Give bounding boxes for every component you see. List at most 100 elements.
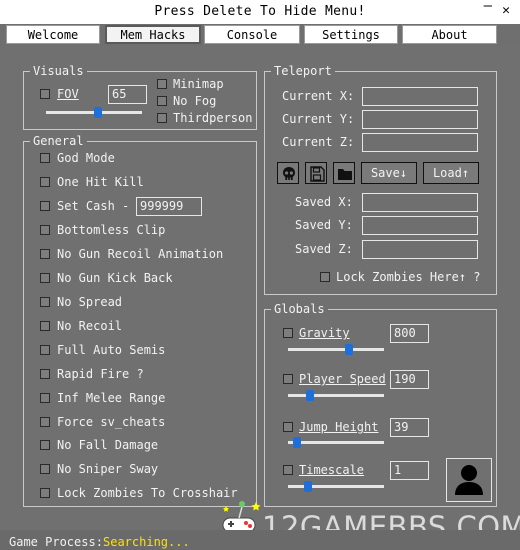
window-title: Press Delete To Hide Menu! — [154, 4, 366, 19]
profile-button[interactable] — [446, 458, 492, 502]
lock-zombies-here-checkbox[interactable] — [320, 272, 330, 282]
timescale-label: Timescale — [299, 463, 365, 477]
gravity-checkbox[interactable] — [283, 328, 293, 338]
thirdperson-label: Thirdperson — [173, 111, 253, 125]
timescale-slider-track[interactable] — [288, 485, 384, 488]
set-cash-checkbox[interactable] — [40, 201, 50, 211]
no-sniper-sway-checkbox[interactable] — [40, 464, 50, 474]
current-z-label: Current Z: — [282, 135, 355, 149]
fov-checkbox[interactable] — [40, 89, 50, 99]
gravity-slider-track[interactable] — [288, 348, 384, 351]
player-speed-slider-thumb[interactable] — [305, 390, 314, 401]
close-button[interactable]: ✕ — [502, 3, 510, 18]
no-gun-recoil-animation-checkbox[interactable] — [40, 249, 50, 259]
rapid-fire-checkbox[interactable] — [40, 369, 50, 379]
inf-melee-range-label: Inf Melee Range — [57, 391, 166, 405]
jump-height-checkbox[interactable] — [283, 422, 293, 432]
general-legend: General — [33, 134, 84, 148]
saved-y-field[interactable] — [362, 216, 478, 235]
god-mode-label: God Mode — [57, 151, 115, 165]
game-process-status: Searching... — [103, 535, 190, 549]
saved-z-label: Saved Z: — [295, 242, 353, 256]
bottomless-clip-label: Bottomless Clip — [57, 223, 166, 237]
fov-value-field[interactable]: 65 — [108, 85, 147, 104]
lock-zombies-to-crosshair-checkbox[interactable] — [40, 488, 50, 498]
minimap-label: Minimap — [173, 77, 224, 91]
gravity-slider-thumb[interactable] — [345, 344, 354, 355]
full-auto-semis-label: Full Auto Semis — [57, 343, 166, 357]
minimize-button[interactable]: — — [484, 0, 492, 14]
tab-bar: Welcome Mem Hacks Console Settings About — [0, 24, 520, 46]
player-speed-label: Player Speed — [299, 372, 386, 386]
no-fog-label: No Fog — [173, 94, 217, 108]
no-spread-label: No Spread — [57, 295, 123, 309]
folder-icon — [338, 169, 352, 180]
save-position-button[interactable]: Save↓ — [361, 162, 417, 184]
saved-z-field[interactable] — [362, 240, 478, 259]
current-y-label: Current Y: — [282, 112, 355, 126]
jump-height-slider-thumb[interactable] — [293, 437, 302, 448]
god-mode-checkbox[interactable] — [40, 153, 50, 163]
no-gun-kick-back-checkbox[interactable] — [40, 273, 50, 283]
current-y-field[interactable] — [362, 110, 478, 129]
timescale-value-field[interactable]: 1 — [390, 461, 429, 480]
no-spread-checkbox[interactable] — [40, 297, 50, 307]
status-bar: Game Process: Searching... — [0, 530, 520, 550]
load-position-button[interactable]: Load↑ — [423, 162, 479, 184]
teleport-legend: Teleport — [274, 64, 332, 78]
fov-label: FOV — [57, 87, 79, 101]
thirdperson-checkbox[interactable] — [157, 113, 167, 123]
globals-legend: Globals — [274, 302, 325, 316]
save-disk-button[interactable] — [305, 162, 327, 184]
user-profile-icon — [455, 465, 483, 495]
no-gun-kick-back-label: No Gun Kick Back — [57, 271, 173, 285]
player-speed-checkbox[interactable] — [283, 374, 293, 384]
lock-zombies-to-crosshair-label: Lock Zombies To Crosshair — [57, 486, 238, 500]
one-hit-kill-checkbox[interactable] — [40, 177, 50, 187]
no-fog-checkbox[interactable] — [157, 96, 167, 106]
tab-mem-hacks[interactable]: Mem Hacks — [105, 25, 201, 44]
minimap-checkbox[interactable] — [157, 79, 167, 89]
saved-y-label: Saved Y: — [295, 218, 353, 232]
saved-x-field[interactable] — [362, 193, 478, 212]
force-sv-cheats-checkbox[interactable] — [40, 417, 50, 427]
jump-height-value-field[interactable]: 39 — [390, 418, 429, 437]
tab-welcome[interactable]: Welcome — [6, 25, 100, 44]
inf-melee-range-checkbox[interactable] — [40, 393, 50, 403]
no-gun-recoil-animation-label: No Gun Recoil Animation — [57, 247, 224, 261]
gravity-label: Gravity — [299, 326, 350, 340]
player-speed-slider-track[interactable] — [288, 394, 384, 397]
visuals-legend: Visuals — [33, 64, 84, 78]
tab-about[interactable]: About — [402, 25, 497, 44]
set-cash-field[interactable]: 999999 — [136, 197, 202, 216]
lock-zombies-here-label: Lock Zombies Here↑ ? — [336, 270, 481, 284]
player-speed-value-field[interactable]: 190 — [390, 370, 429, 389]
saved-x-label: Saved X: — [295, 195, 353, 209]
timescale-checkbox[interactable] — [283, 465, 293, 475]
tab-console[interactable]: Console — [204, 25, 300, 44]
no-sniper-sway-label: No Sniper Sway — [57, 462, 159, 476]
one-hit-kill-label: One Hit Kill — [57, 175, 144, 189]
jump-height-label: Jump Height — [299, 420, 379, 434]
no-recoil-checkbox[interactable] — [40, 321, 50, 331]
floppy-disk-icon — [310, 166, 325, 182]
set-cash-label: Set Cash - — [57, 199, 130, 213]
bottomless-clip-checkbox[interactable] — [40, 225, 50, 235]
force-sv-cheats-label: Force sv_cheats — [57, 415, 166, 429]
full-auto-semis-checkbox[interactable] — [40, 345, 50, 355]
timescale-slider-thumb[interactable] — [303, 481, 312, 492]
jump-height-slider-track[interactable] — [288, 441, 384, 444]
current-x-label: Current X: — [282, 89, 355, 103]
folder-button[interactable] — [333, 162, 355, 184]
game-process-label: Game Process: — [9, 535, 103, 549]
skull-button[interactable] — [277, 162, 299, 184]
no-fall-damage-label: No Fall Damage — [57, 438, 159, 452]
tab-settings[interactable]: Settings — [304, 25, 398, 44]
rapid-fire-label: Rapid Fire ? — [57, 367, 144, 381]
no-fall-damage-checkbox[interactable] — [40, 440, 50, 450]
skull-icon — [283, 167, 295, 180]
fov-slider-thumb[interactable] — [94, 107, 103, 118]
gravity-value-field[interactable]: 800 — [390, 324, 429, 343]
current-x-field[interactable] — [362, 87, 478, 106]
current-z-field[interactable] — [362, 133, 478, 152]
